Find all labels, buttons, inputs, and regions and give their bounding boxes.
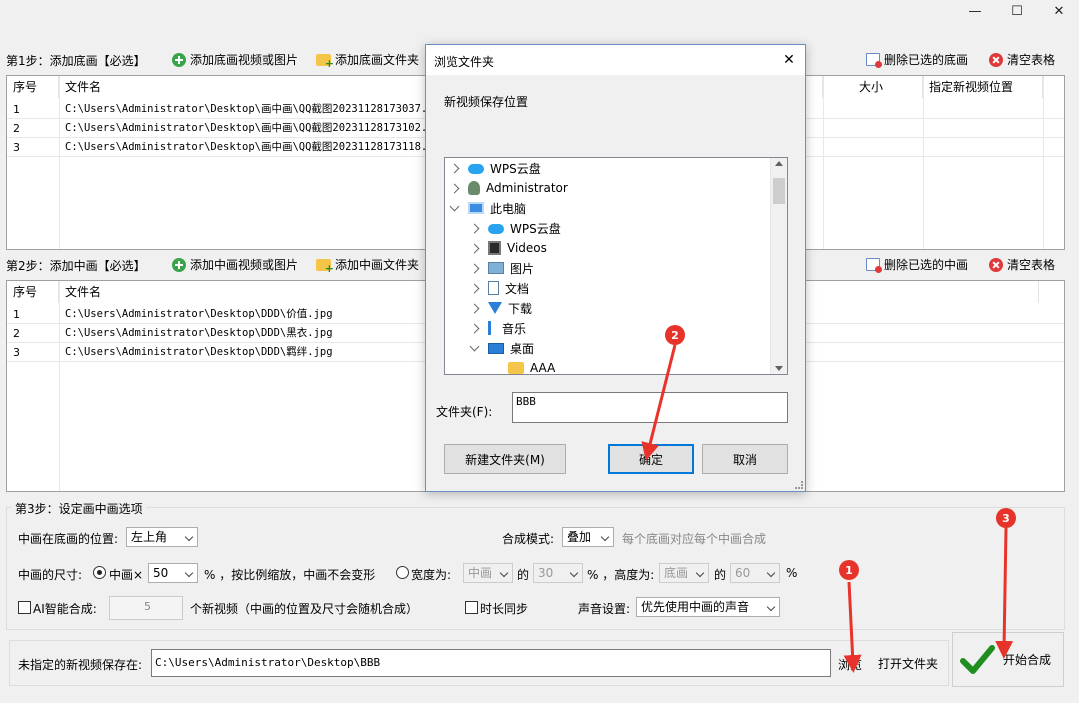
- annotation-arrow-3: [995, 527, 1014, 659]
- annotation-badge-2: 2: [665, 325, 685, 345]
- annotation-badge-1: 1: [839, 560, 859, 580]
- annotation-badge-3: 3: [996, 508, 1016, 528]
- annotation-arrows: [641, 344, 1014, 673]
- annotation-arrow-2: [641, 344, 677, 461]
- annotation-arrow-1: [843, 581, 862, 673]
